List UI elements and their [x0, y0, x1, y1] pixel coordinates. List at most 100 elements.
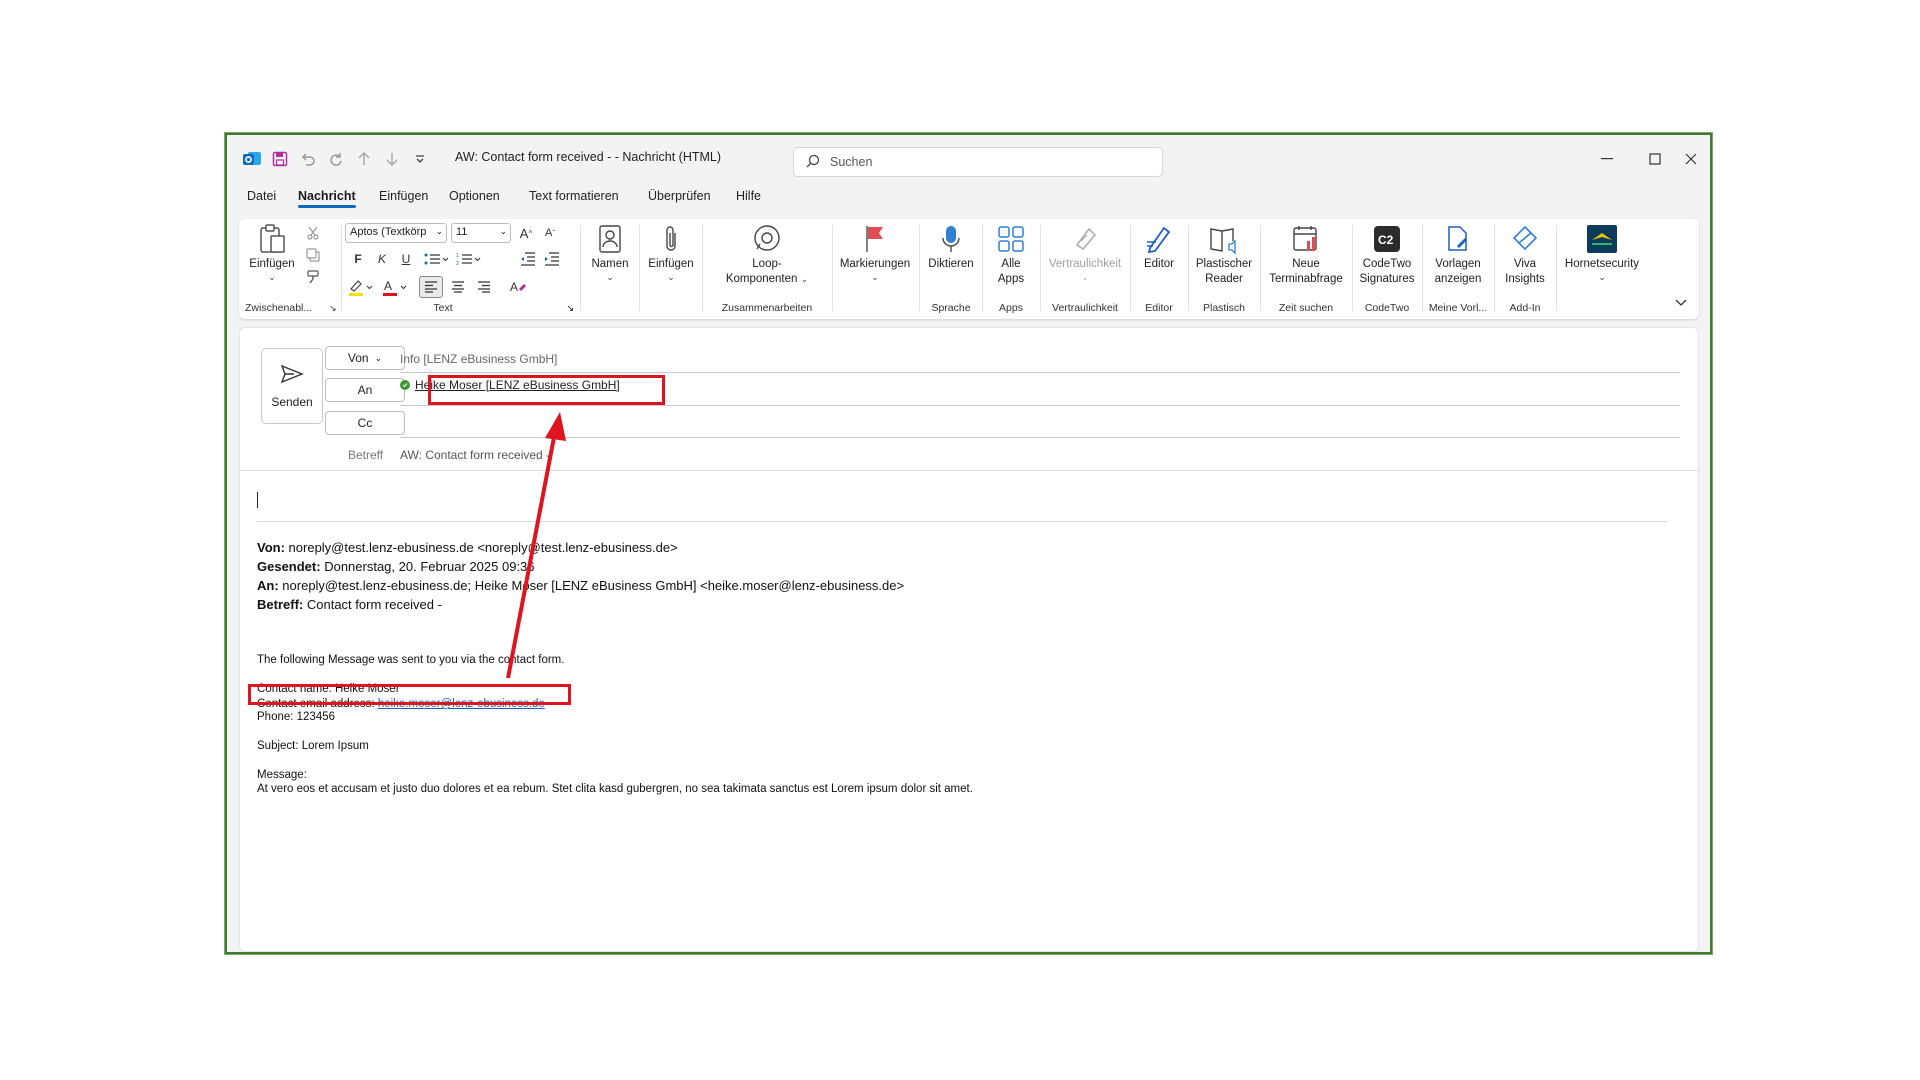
decrease-indent-icon[interactable]: [519, 249, 537, 269]
svg-text:1: 1: [456, 253, 459, 259]
svg-text:C2: C2: [1378, 233, 1394, 247]
editor-button[interactable]: Editor: [1133, 223, 1185, 272]
increase-indent-icon[interactable]: [543, 249, 561, 269]
ribbon-divider: [702, 225, 703, 311]
templates-icon: [1441, 223, 1475, 255]
search-input[interactable]: Suchen: [793, 147, 1163, 177]
arrow-up-icon[interactable]: [353, 148, 375, 170]
redo-icon[interactable]: [325, 148, 347, 170]
copy-icon[interactable]: [305, 247, 321, 263]
immersive-reader-button[interactable]: Plastischer Reader: [1191, 223, 1257, 287]
cut-icon[interactable]: [305, 225, 321, 241]
reader-label-line2: Reader: [1205, 273, 1243, 285]
apps-label-line2: Apps: [997, 273, 1025, 285]
tab-ueberpruefen[interactable]: Überprüfen: [648, 189, 711, 203]
codetwo-group: C2 CodeTwo Signatures CodeTwo: [1355, 219, 1419, 319]
names-button[interactable]: Namen ⌄: [585, 223, 635, 282]
bold-button[interactable]: F: [349, 249, 367, 269]
shrink-font-icon[interactable]: Aˇ: [541, 224, 559, 242]
undo-icon[interactable]: [297, 148, 319, 170]
collaborate-group-label: Zusammenarbeiten: [721, 302, 813, 314]
meeting-label-line1: Neue: [1292, 258, 1320, 270]
ribbon: Einfügen ⌄ Zwischenabl... ↘ Aptos (Textk…: [239, 219, 1699, 319]
font-size-select[interactable]: 11 ⌄: [451, 223, 511, 243]
tab-nachricht[interactable]: Nachricht: [298, 189, 356, 208]
dialog-launcher-icon[interactable]: ↘: [566, 303, 574, 314]
tab-datei[interactable]: Datei: [247, 189, 276, 203]
sensitivity-button[interactable]: Vertraulichkeit ⌄: [1043, 223, 1127, 282]
clipboard-group: Einfügen ⌄ Zwischenabl... ↘: [239, 219, 339, 319]
my-templates-group: Vorlagen anzeigen Meine Vorl...: [1425, 219, 1491, 319]
align-center-icon[interactable]: [447, 277, 469, 297]
viva-insights-button[interactable]: Viva Insights: [1497, 223, 1553, 287]
all-apps-button[interactable]: Alle Apps: [985, 223, 1037, 287]
loop-label-line2: Komponenten: [725, 273, 798, 285]
attach-file-button[interactable]: Einfügen ⌄: [643, 223, 699, 282]
italic-button[interactable]: K: [373, 249, 391, 269]
customize-toolbar-icon[interactable]: [409, 148, 431, 170]
quoted-sent: Gesendet: Donnerstag, 20. Februar 2025 0…: [257, 559, 535, 574]
view-templates-button[interactable]: Vorlagen anzeigen: [1425, 223, 1491, 287]
quoted-subject: Betreff: Contact form received -: [257, 597, 442, 612]
outlook-app-icon: [241, 148, 263, 170]
message-label: Message:: [257, 769, 307, 781]
paste-button[interactable]: Einfügen ⌄: [247, 223, 297, 282]
font-color-icon[interactable]: A: [381, 277, 411, 297]
dialog-launcher-icon[interactable]: ↘: [329, 303, 337, 313]
flag-icon: [858, 223, 892, 255]
align-left-icon[interactable]: [419, 276, 443, 298]
maximize-button[interactable]: [1635, 145, 1675, 173]
loop-label-line1: Loop-: [752, 258, 782, 270]
recipient-highlight-box: [428, 375, 665, 405]
clear-formatting-icon[interactable]: A: [507, 277, 529, 297]
sensitivity-icon: [1068, 223, 1102, 255]
format-painter-icon[interactable]: [305, 269, 321, 285]
ribbon-divider: [1040, 225, 1041, 311]
arrow-down-icon[interactable]: [381, 148, 403, 170]
ribbon-divider: [832, 225, 833, 311]
collapse-ribbon-icon[interactable]: [1673, 295, 1689, 311]
cc-button[interactable]: Cc: [325, 411, 405, 435]
loop-components-button[interactable]: Loop- Komponenten ⌄: [705, 223, 829, 287]
font-family-select[interactable]: Aptos (Textkörp ⌄: [345, 223, 447, 243]
close-button[interactable]: [1671, 145, 1710, 173]
message-subject-line: Subject: Lorem Ipsum: [257, 740, 369, 752]
subject-input[interactable]: AW: Contact form received -: [400, 448, 550, 462]
to-button[interactable]: An: [325, 378, 405, 402]
font-family-value: Aptos (Textkörp: [350, 226, 427, 238]
new-meeting-poll-button[interactable]: Neue Terminabfrage: [1263, 223, 1349, 287]
find-time-group: Neue Terminabfrage Zeit suchen: [1263, 219, 1349, 319]
hornetsecurity-button[interactable]: Hornetsecurity ⌄: [1559, 223, 1645, 282]
tab-hilfe[interactable]: Hilfe: [736, 189, 761, 203]
highlight-color-icon[interactable]: [347, 277, 377, 297]
dictate-button[interactable]: Diktieren: [923, 223, 979, 272]
hornetsecurity-label: Hornetsecurity: [1564, 258, 1640, 270]
from-button[interactable]: Von ⌄: [325, 346, 405, 370]
chevron-down-icon: ⌄: [667, 272, 675, 282]
numbered-list-icon[interactable]: 12: [455, 249, 483, 269]
underline-button[interactable]: U: [397, 249, 415, 269]
voice-group: Diktieren Sprache: [923, 219, 979, 319]
minimize-button[interactable]: [1587, 145, 1627, 173]
svg-text:A: A: [510, 280, 518, 294]
tab-text-formatieren[interactable]: Text formatieren: [529, 189, 619, 203]
tab-einfuegen[interactable]: Einfügen: [379, 189, 428, 203]
ribbon-tabs: Datei Nachricht Einfügen Optionen Text f…: [227, 185, 1710, 209]
grow-font-icon[interactable]: A ^: [517, 224, 535, 242]
save-icon[interactable]: [269, 148, 291, 170]
apps-group: Alle Apps Apps: [985, 219, 1037, 319]
quoted-from: Von: noreply@test.lenz-ebusiness.de <nor…: [257, 540, 678, 555]
bullet-list-icon[interactable]: [423, 249, 451, 269]
clipboard-group-label: Zwischenabl...: [245, 302, 313, 314]
tab-optionen[interactable]: Optionen: [449, 189, 500, 203]
message-intro: The following Message was sent to you vi…: [257, 654, 565, 666]
align-right-icon[interactable]: [473, 277, 495, 297]
addin-group: Viva Insights Add-In: [1497, 219, 1553, 319]
send-button[interactable]: Senden: [261, 348, 323, 424]
sensitivity-group-label: Vertraulichkeit: [1052, 302, 1118, 314]
codetwo-signatures-button[interactable]: C2 CodeTwo Signatures: [1355, 223, 1419, 287]
font-size-value: 11: [456, 226, 468, 238]
subject-label: Betreff: [348, 448, 384, 462]
codetwo-label-line1: CodeTwo: [1362, 258, 1412, 270]
flags-button[interactable]: Markierungen ⌄: [836, 223, 914, 282]
